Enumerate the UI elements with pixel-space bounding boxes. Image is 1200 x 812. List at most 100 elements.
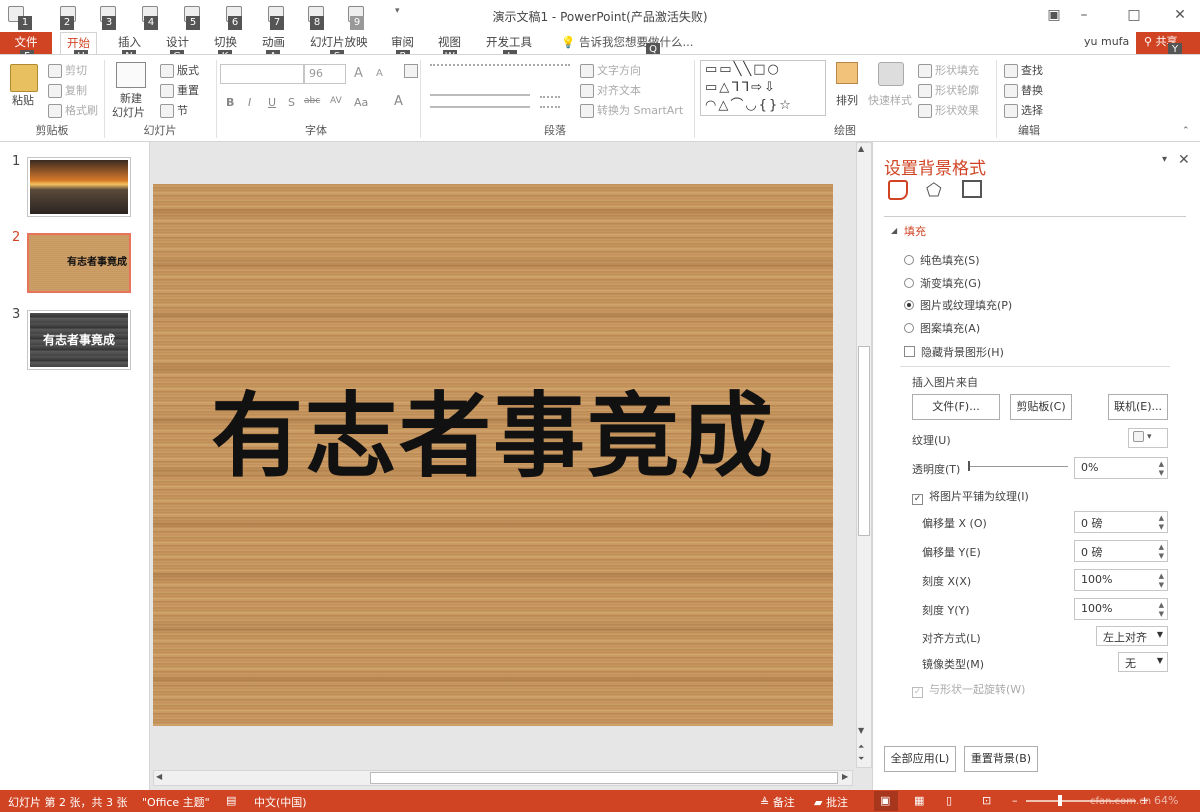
copy-button[interactable]: 复制 — [48, 82, 87, 98]
next-slide-icon[interactable]: ⏷ — [858, 754, 864, 764]
shape-fill-button[interactable]: 形状填充 — [918, 62, 979, 78]
scroll-right-icon[interactable]: ▶ — [842, 772, 848, 781]
paste-button[interactable]: 粘贴 — [12, 92, 34, 108]
spin-up-icon[interactable]: ▲ — [1159, 514, 1164, 522]
close-icon[interactable]: ✕ — [1166, 4, 1194, 26]
effects-tab-icon[interactable]: ⬠ — [926, 180, 942, 201]
shapes-gallery[interactable]: ▭▭╲╲□○ ▭△ᒣᒣ⇨⇩ ◠△⌒◡{}☆ — [700, 60, 826, 116]
shape-outline-button[interactable]: 形状轮廓 — [918, 82, 979, 98]
font-family-combo[interactable] — [220, 64, 304, 84]
arrange-icon[interactable] — [836, 62, 858, 84]
text-direction-button[interactable]: 文字方向 — [580, 62, 641, 78]
minimize-icon[interactable]: – — [1070, 4, 1098, 26]
transparency-input[interactable]: 0% ▲ ▼ — [1074, 457, 1168, 479]
slide-thumbnail-selected[interactable]: 有志者事竟成 — [27, 233, 131, 293]
layout-button[interactable]: 版式 — [160, 62, 199, 78]
replace-button[interactable]: 替换 — [1004, 82, 1043, 98]
paste-icon[interactable] — [10, 64, 38, 92]
offset-x-input[interactable]: 0 磅 ▲ ▼ — [1074, 511, 1168, 533]
slide-canvas[interactable]: 有志者事竟成 — [153, 184, 833, 726]
tell-me-input[interactable]: 💡 告诉我您想要做什么... — [555, 32, 699, 54]
convert-smartart-button[interactable]: 转换为 SmartArt — [580, 102, 683, 118]
select-button[interactable]: 选择 — [1004, 102, 1043, 118]
online-button[interactable]: 联机(E)... — [1108, 394, 1168, 420]
rotate-with-shape-checkbox[interactable]: ✓ 与形状一起旋转(W) — [912, 681, 1025, 698]
transparency-slider-thumb[interactable] — [968, 461, 970, 471]
transparency-slider-track[interactable] — [968, 466, 1068, 467]
language-status[interactable]: 中文(中国) — [254, 794, 307, 810]
slideshow-icon[interactable]: ⊡ — [982, 794, 991, 807]
scale-x-input[interactable]: 100% ▲ ▼ — [1074, 569, 1168, 591]
cut-button[interactable]: 剪切 — [48, 62, 87, 78]
underline-button[interactable]: U — [268, 96, 276, 109]
scale-y-input[interactable]: 100% ▲ ▼ — [1074, 598, 1168, 620]
clipboard-button[interactable]: 剪贴板(C) — [1010, 394, 1072, 420]
quick-styles-icon[interactable] — [878, 62, 904, 86]
grow-font-button[interactable]: A — [354, 66, 363, 81]
notes-button[interactable]: ≜ 备注 — [760, 794, 795, 810]
strikethrough-button[interactable]: abc — [304, 96, 320, 106]
alignment-select[interactable]: 左上对齐 ▼ — [1096, 626, 1168, 646]
reset-button[interactable]: 重置 — [160, 82, 199, 98]
slide-sorter-icon[interactable]: ▦ — [914, 794, 924, 807]
picture-texture-fill-radio[interactable]: 图片或纹理填充(P) — [904, 297, 1012, 313]
gradient-fill-radio[interactable]: 渐变填充(G) — [904, 275, 981, 291]
scroll-left-icon[interactable]: ◀ — [156, 772, 162, 781]
format-painter-button[interactable]: 格式刷 — [48, 102, 98, 118]
qat-customize-icon[interactable]: ▾ — [395, 6, 400, 16]
italic-button[interactable]: I — [248, 96, 251, 109]
spin-down-icon[interactable]: ▼ — [1159, 469, 1164, 477]
spin-up-icon[interactable]: ▲ — [1159, 460, 1164, 468]
user-name[interactable]: yu mufa — [1084, 35, 1129, 48]
pattern-fill-radio[interactable]: 图案填充(A) — [904, 320, 980, 336]
vertical-scroll-thumb[interactable] — [858, 346, 870, 536]
picture-tab-icon[interactable] — [962, 180, 982, 198]
arrange-button[interactable]: 排列 — [836, 92, 858, 108]
pane-options-icon[interactable]: ▾ — [1162, 154, 1167, 165]
fill-tab-icon[interactable] — [888, 180, 908, 200]
mirror-type-select[interactable]: 无 ▼ — [1118, 652, 1168, 672]
spin-down-icon[interactable]: ▼ — [1159, 581, 1164, 589]
font-size-combo[interactable]: 96 — [304, 64, 346, 84]
section-button[interactable]: 节 — [160, 102, 188, 118]
shape-effects-button[interactable]: 形状效果 — [918, 102, 979, 118]
spin-down-icon[interactable]: ▼ — [1159, 552, 1164, 560]
texture-picker[interactable]: ▾ — [1128, 428, 1168, 448]
zoom-level[interactable]: 64% — [1154, 794, 1178, 807]
ribbon-display-icon[interactable]: ▣ — [1040, 4, 1068, 26]
new-slide-label-2[interactable]: 幻灯片 — [112, 104, 145, 120]
align-buttons[interactable] — [430, 94, 530, 108]
quick-styles-button[interactable]: 快速样式 — [868, 92, 912, 108]
list-buttons[interactable] — [430, 64, 570, 78]
spin-up-icon[interactable]: ▲ — [1159, 572, 1164, 580]
shrink-font-button[interactable]: A — [376, 68, 383, 79]
collapse-arrow-icon[interactable]: ◢ — [891, 226, 897, 235]
previous-slide-icon[interactable]: ⏶ — [858, 742, 864, 752]
font-color-button[interactable]: A — [394, 94, 403, 109]
tile-checkbox[interactable]: ✓ 将图片平铺为纹理(I) — [912, 488, 1029, 505]
bold-button[interactable]: B — [226, 96, 234, 109]
reading-view-icon[interactable]: ▯ — [946, 794, 952, 807]
spelling-icon[interactable]: ▤ — [226, 794, 236, 807]
zoom-slider-thumb[interactable] — [1058, 795, 1062, 806]
slide-thumbnail[interactable] — [27, 157, 131, 217]
slide-thumbnail[interactable]: 有志者事竟成 — [27, 310, 131, 370]
scroll-up-icon[interactable]: ▲ — [858, 144, 864, 153]
fill-section-header[interactable]: 填充 — [904, 223, 926, 239]
apply-to-all-button[interactable]: 全部应用(L) — [884, 746, 956, 772]
maximize-icon[interactable]: □ — [1120, 4, 1148, 26]
offset-y-input[interactable]: 0 磅 ▲ ▼ — [1074, 540, 1168, 562]
file-button[interactable]: 文件(F)... — [912, 394, 1000, 420]
pane-close-icon[interactable]: ✕ — [1178, 152, 1190, 168]
solid-fill-radio[interactable]: 纯色填充(S) — [904, 252, 980, 268]
spin-down-icon[interactable]: ▼ — [1159, 610, 1164, 618]
new-slide-icon[interactable] — [116, 62, 146, 88]
clear-format-icon[interactable] — [404, 64, 418, 78]
reset-background-button[interactable]: 重置背景(B) — [964, 746, 1038, 772]
zoom-out-icon[interactable]: – — [1012, 794, 1018, 807]
find-button[interactable]: 查找 — [1004, 62, 1043, 78]
horizontal-scroll-thumb[interactable] — [370, 772, 838, 784]
change-case-button[interactable]: Aa — [354, 96, 368, 109]
align-text-button[interactable]: 对齐文本 — [580, 82, 641, 98]
scroll-down-icon[interactable]: ▼ — [858, 726, 864, 735]
